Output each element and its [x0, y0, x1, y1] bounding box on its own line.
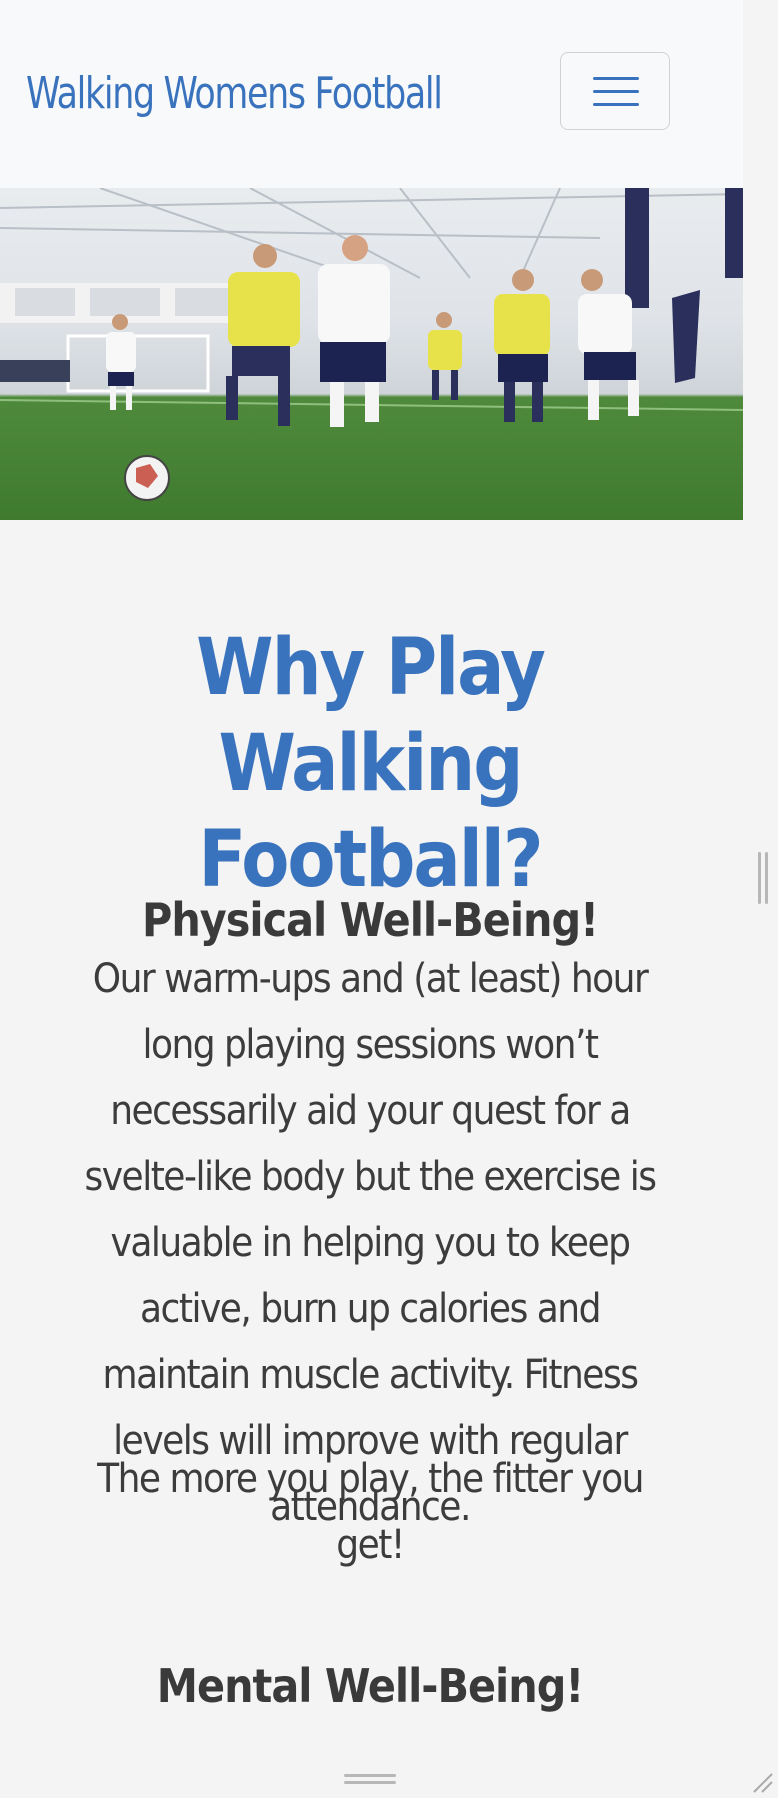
page-viewport: Walking Womens Football Why Play Walking…	[0, 0, 743, 1798]
football-photo	[0, 188, 743, 501]
navbar-brand[interactable]: Walking Womens Football	[26, 58, 443, 130]
section-title-physical: Physical Well-Being!	[142, 893, 599, 947]
section-paragraph: The more you play, the fitter you get!	[97, 1456, 644, 1568]
hamburger-menu-button[interactable]	[560, 52, 670, 130]
navbar: Walking Womens Football	[0, 0, 743, 188]
section-title-mental: Mental Well-Being!	[156, 1659, 584, 1713]
horizontal-resize-handle[interactable]	[344, 1774, 396, 1786]
vertical-resize-handle[interactable]	[758, 852, 770, 904]
hero-image	[0, 188, 743, 520]
resize-corner-icon[interactable]	[750, 1770, 774, 1794]
page-heading: Why Play Walking Football?	[196, 623, 546, 906]
